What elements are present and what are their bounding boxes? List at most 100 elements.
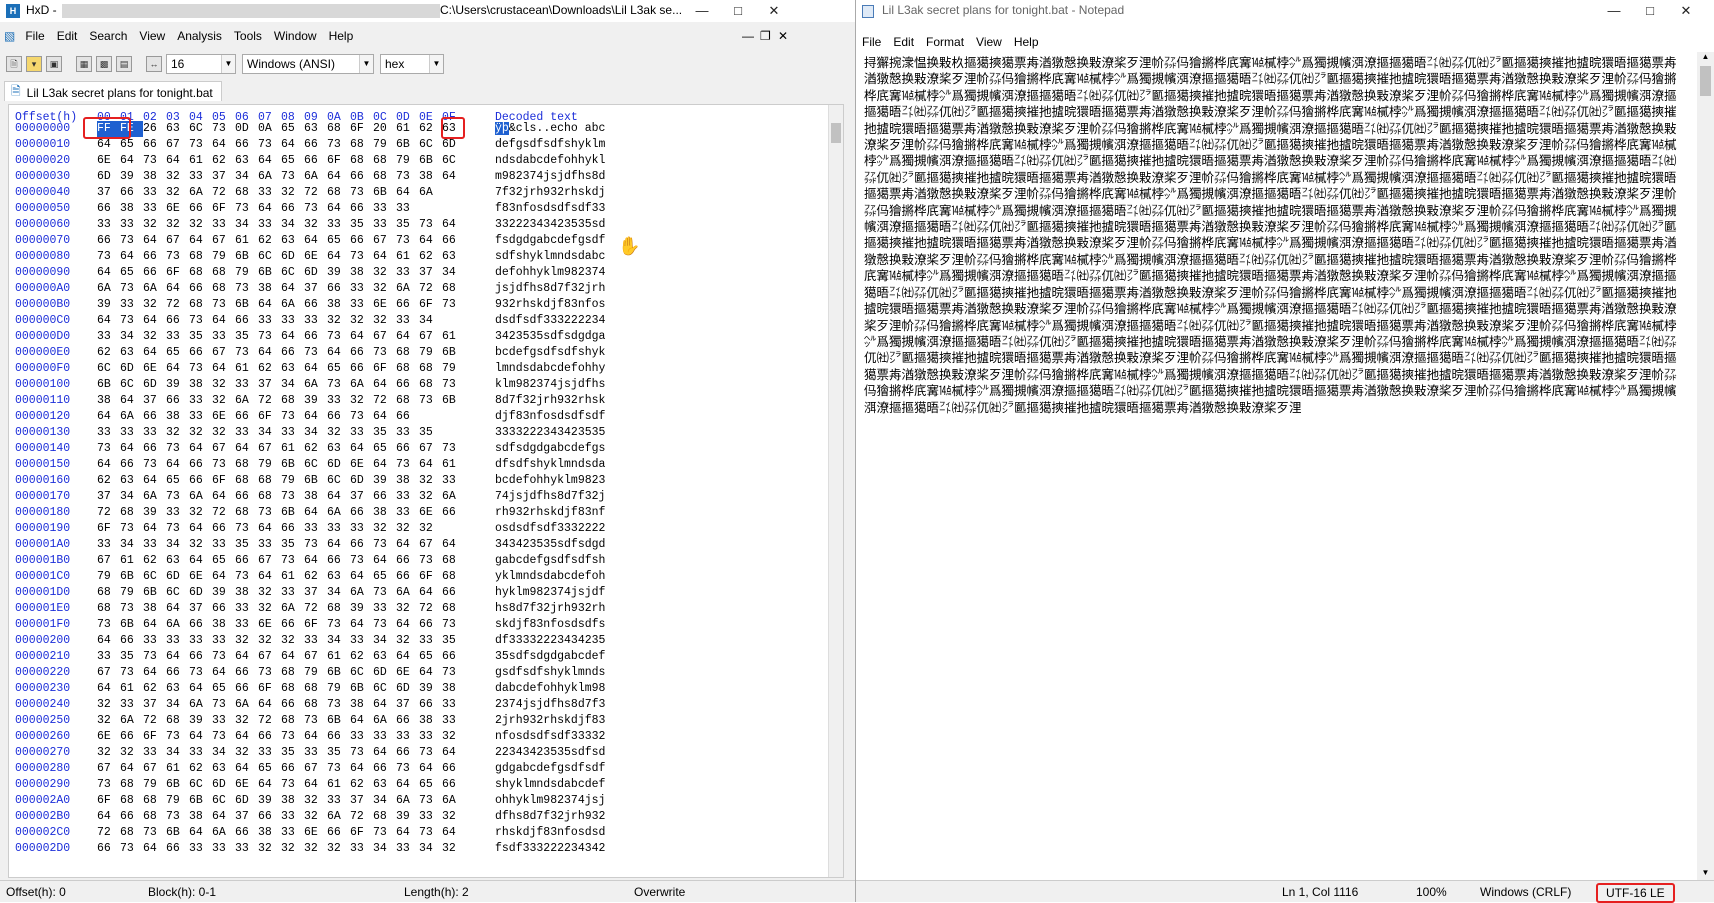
hex-byte[interactable]: 68: [442, 569, 465, 585]
row-decoded-text[interactable]: 343423535sdfsdgd: [495, 537, 605, 553]
maximize-button[interactable]: □: [720, 0, 756, 22]
hex-byte[interactable]: 33: [143, 633, 166, 649]
hex-byte[interactable]: 6A: [120, 713, 143, 729]
hex-byte[interactable]: 33: [373, 201, 396, 217]
row-decoded-text[interactable]: gabcdefgsdfsdfsh: [495, 553, 605, 569]
hex-byte[interactable]: 73: [235, 281, 258, 297]
hex-byte[interactable]: 73: [373, 617, 396, 633]
hex-byte[interactable]: 68: [419, 361, 442, 377]
hex-byte[interactable]: 66: [97, 233, 120, 249]
hex-byte[interactable]: 37: [350, 793, 373, 809]
hex-byte[interactable]: 64: [235, 729, 258, 745]
hex-byte[interactable]: 64: [304, 409, 327, 425]
hex-byte[interactable]: 6E: [166, 201, 189, 217]
hex-byte[interactable]: 32: [373, 521, 396, 537]
row-hex-bytes[interactable]: 38 64 37 66 33 32 6A 72 68 39 33 32 72 68 73 6B: [97, 393, 465, 409]
hex-byte[interactable]: 6E: [373, 297, 396, 313]
hex-byte[interactable]: 79: [442, 361, 465, 377]
hex-byte[interactable]: 32: [166, 169, 189, 185]
hex-byte[interactable]: 62: [304, 441, 327, 457]
hex-byte[interactable]: 73: [97, 777, 120, 793]
row-hex-bytes[interactable]: 6E 64 73 64 61 62 63 64 65 66 6F 68 68 79 6B 6C: [97, 153, 465, 169]
hex-byte[interactable]: 61: [442, 457, 465, 473]
hex-byte[interactable]: 68: [396, 345, 419, 361]
hex-byte[interactable]: 64: [442, 217, 465, 233]
hex-byte[interactable]: 64: [373, 409, 396, 425]
hex-byte[interactable]: 38: [304, 489, 327, 505]
hex-byte[interactable]: 64: [442, 169, 465, 185]
row-hex-bytes[interactable]: 6F 68 68 79 6B 6C 6D 39 38 32 33 37 34 6A 73 6A: [97, 793, 465, 809]
hex-byte[interactable]: 64: [304, 505, 327, 521]
hex-byte[interactable]: 73: [143, 649, 166, 665]
hex-byte[interactable]: 64: [442, 825, 465, 841]
hex-byte[interactable]: 33: [235, 601, 258, 617]
hex-byte[interactable]: 67: [258, 441, 281, 457]
hex-byte[interactable]: 62: [258, 233, 281, 249]
hex-byte[interactable]: 64: [350, 441, 373, 457]
hex-byte[interactable]: 63: [304, 121, 327, 137]
hex-byte[interactable]: 68: [350, 153, 373, 169]
hex-byte[interactable]: 66: [235, 489, 258, 505]
hex-byte[interactable]: 33: [189, 169, 212, 185]
hex-byte[interactable]: 73: [120, 521, 143, 537]
hex-byte[interactable]: 6C: [419, 137, 442, 153]
hex-byte[interactable]: 73: [166, 489, 189, 505]
hex-byte[interactable]: 64: [350, 617, 373, 633]
hex-byte[interactable]: 6E: [419, 505, 442, 521]
hex-byte[interactable]: 66: [166, 393, 189, 409]
hex-byte[interactable]: 72: [212, 505, 235, 521]
hex-byte[interactable]: 32: [189, 217, 212, 233]
hex-byte[interactable]: 63: [373, 777, 396, 793]
hex-byte[interactable]: 66: [419, 617, 442, 633]
hex-byte[interactable]: 65: [212, 553, 235, 569]
hex-byte[interactable]: 33: [419, 729, 442, 745]
np-menu-format[interactable]: Format: [920, 35, 970, 49]
hex-byte[interactable]: 66: [235, 825, 258, 841]
hex-byte[interactable]: 63: [120, 473, 143, 489]
hex-byte[interactable]: 34: [166, 697, 189, 713]
hex-byte[interactable]: 37: [419, 265, 442, 281]
view-mode-select[interactable]: hex ▼: [380, 54, 444, 74]
ram-editor-icon[interactable]: ▩: [96, 56, 112, 72]
row-decoded-text[interactable]: osdsdfsdf3332222: [495, 521, 605, 537]
row-hex-bytes[interactable]: 73 68 79 6B 6C 6D 6E 64 73 64 61 62 63 64 65 66: [97, 777, 465, 793]
hex-byte[interactable]: 64: [304, 729, 327, 745]
hex-byte[interactable]: 6B: [120, 569, 143, 585]
hex-byte[interactable]: 73: [350, 185, 373, 201]
hex-byte[interactable]: 63: [281, 233, 304, 249]
hex-byte[interactable]: 64: [373, 745, 396, 761]
hex-byte[interactable]: 33: [419, 633, 442, 649]
row-decoded-text[interactable]: 22343423535sdfsd: [495, 745, 605, 761]
row-hex-bytes[interactable]: FF FE 26 63 6C 73 0D 0A 65 63 68 6F 20 61 62 63: [97, 121, 465, 137]
hex-byte[interactable]: 64: [350, 761, 373, 777]
hex-byte[interactable]: 65: [212, 681, 235, 697]
hex-byte[interactable]: 34: [166, 537, 189, 553]
hex-byte[interactable]: 32: [419, 521, 442, 537]
hex-byte[interactable]: 66: [143, 249, 166, 265]
hex-byte[interactable]: 64: [166, 153, 189, 169]
hex-byte[interactable]: 64: [304, 777, 327, 793]
hex-byte[interactable]: 66: [304, 329, 327, 345]
row-hex-bytes[interactable]: 73 64 66 73 68 79 6B 6C 6D 6E 64 73 64 61 62 63: [97, 249, 465, 265]
hex-byte[interactable]: 33: [258, 313, 281, 329]
menu-app-icon[interactable]: ▧: [0, 29, 19, 43]
row-hex-bytes[interactable]: 64 6A 66 38 33 6E 66 6F 73 64 66 73 64 66: [97, 409, 419, 425]
hex-byte[interactable]: 37: [212, 169, 235, 185]
hex-byte[interactable]: 32: [396, 521, 419, 537]
hex-byte[interactable]: 33: [143, 185, 166, 201]
row-decoded-text[interactable]: lmndsdabcdefohhy: [495, 361, 605, 377]
hex-byte[interactable]: 66: [258, 729, 281, 745]
hex-byte[interactable]: 68: [442, 601, 465, 617]
hex-byte[interactable]: 68: [235, 457, 258, 473]
hex-byte[interactable]: 6A: [189, 185, 212, 201]
hex-byte[interactable]: 73: [304, 201, 327, 217]
hex-byte[interactable]: 61: [396, 121, 419, 137]
hex-byte[interactable]: 32: [396, 601, 419, 617]
hex-byte[interactable]: 73: [166, 521, 189, 537]
hex-byte[interactable]: 79: [97, 569, 120, 585]
hex-byte[interactable]: 64: [258, 153, 281, 169]
hex-byte[interactable]: 6C: [281, 265, 304, 281]
hex-byte[interactable]: 6E: [235, 777, 258, 793]
hex-byte[interactable]: 38: [212, 617, 235, 633]
hex-byte[interactable]: 6D: [235, 793, 258, 809]
